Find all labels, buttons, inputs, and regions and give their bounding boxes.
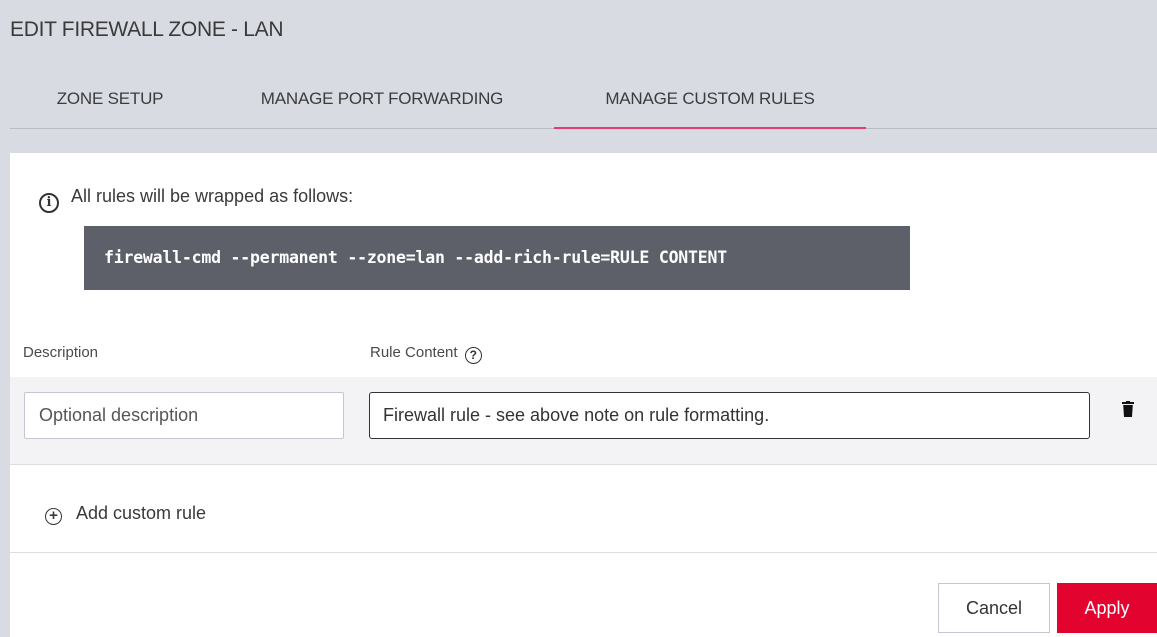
rule-content-column-label: Rule Content ? xyxy=(370,344,482,364)
wrap-command-code: firewall-cmd --permanent --zone=lan --ad… xyxy=(84,226,910,290)
left-border xyxy=(0,0,10,637)
plus-circle-icon: + xyxy=(45,508,62,525)
trash-icon[interactable] xyxy=(1122,401,1134,417)
custom-rules-panel: i All rules will be wrapped as follows: … xyxy=(10,153,1157,637)
dialog-title: EDIT FIREWALL ZONE - LAN xyxy=(10,18,284,41)
info-icon: i xyxy=(39,193,59,213)
rule-content-input[interactable] xyxy=(369,392,1090,439)
question-circle-icon[interactable]: ? xyxy=(464,347,482,364)
tab-manage-custom-rules[interactable]: MANAGE CUSTOM RULES xyxy=(554,64,866,129)
add-custom-rule-label: Add custom rule xyxy=(76,503,207,523)
info-text: All rules will be wrapped as follows: xyxy=(71,186,354,206)
footer-divider xyxy=(10,552,1157,553)
add-custom-rule-button[interactable]: + Add custom rule xyxy=(45,503,206,525)
rule-content-label-text: Rule Content xyxy=(370,344,458,361)
description-column-label: Description xyxy=(23,344,99,361)
tab-bar: ZONE SETUP MANAGE PORT FORWARDING MANAGE… xyxy=(10,64,1157,129)
cancel-button[interactable]: Cancel xyxy=(938,583,1050,633)
tab-zone-setup[interactable]: ZONE SETUP xyxy=(10,64,210,129)
apply-button[interactable]: Apply xyxy=(1057,583,1157,633)
description-input[interactable] xyxy=(24,392,344,439)
tab-manage-port-forwarding[interactable]: MANAGE PORT FORWARDING xyxy=(210,64,554,129)
custom-rule-row xyxy=(10,377,1157,465)
